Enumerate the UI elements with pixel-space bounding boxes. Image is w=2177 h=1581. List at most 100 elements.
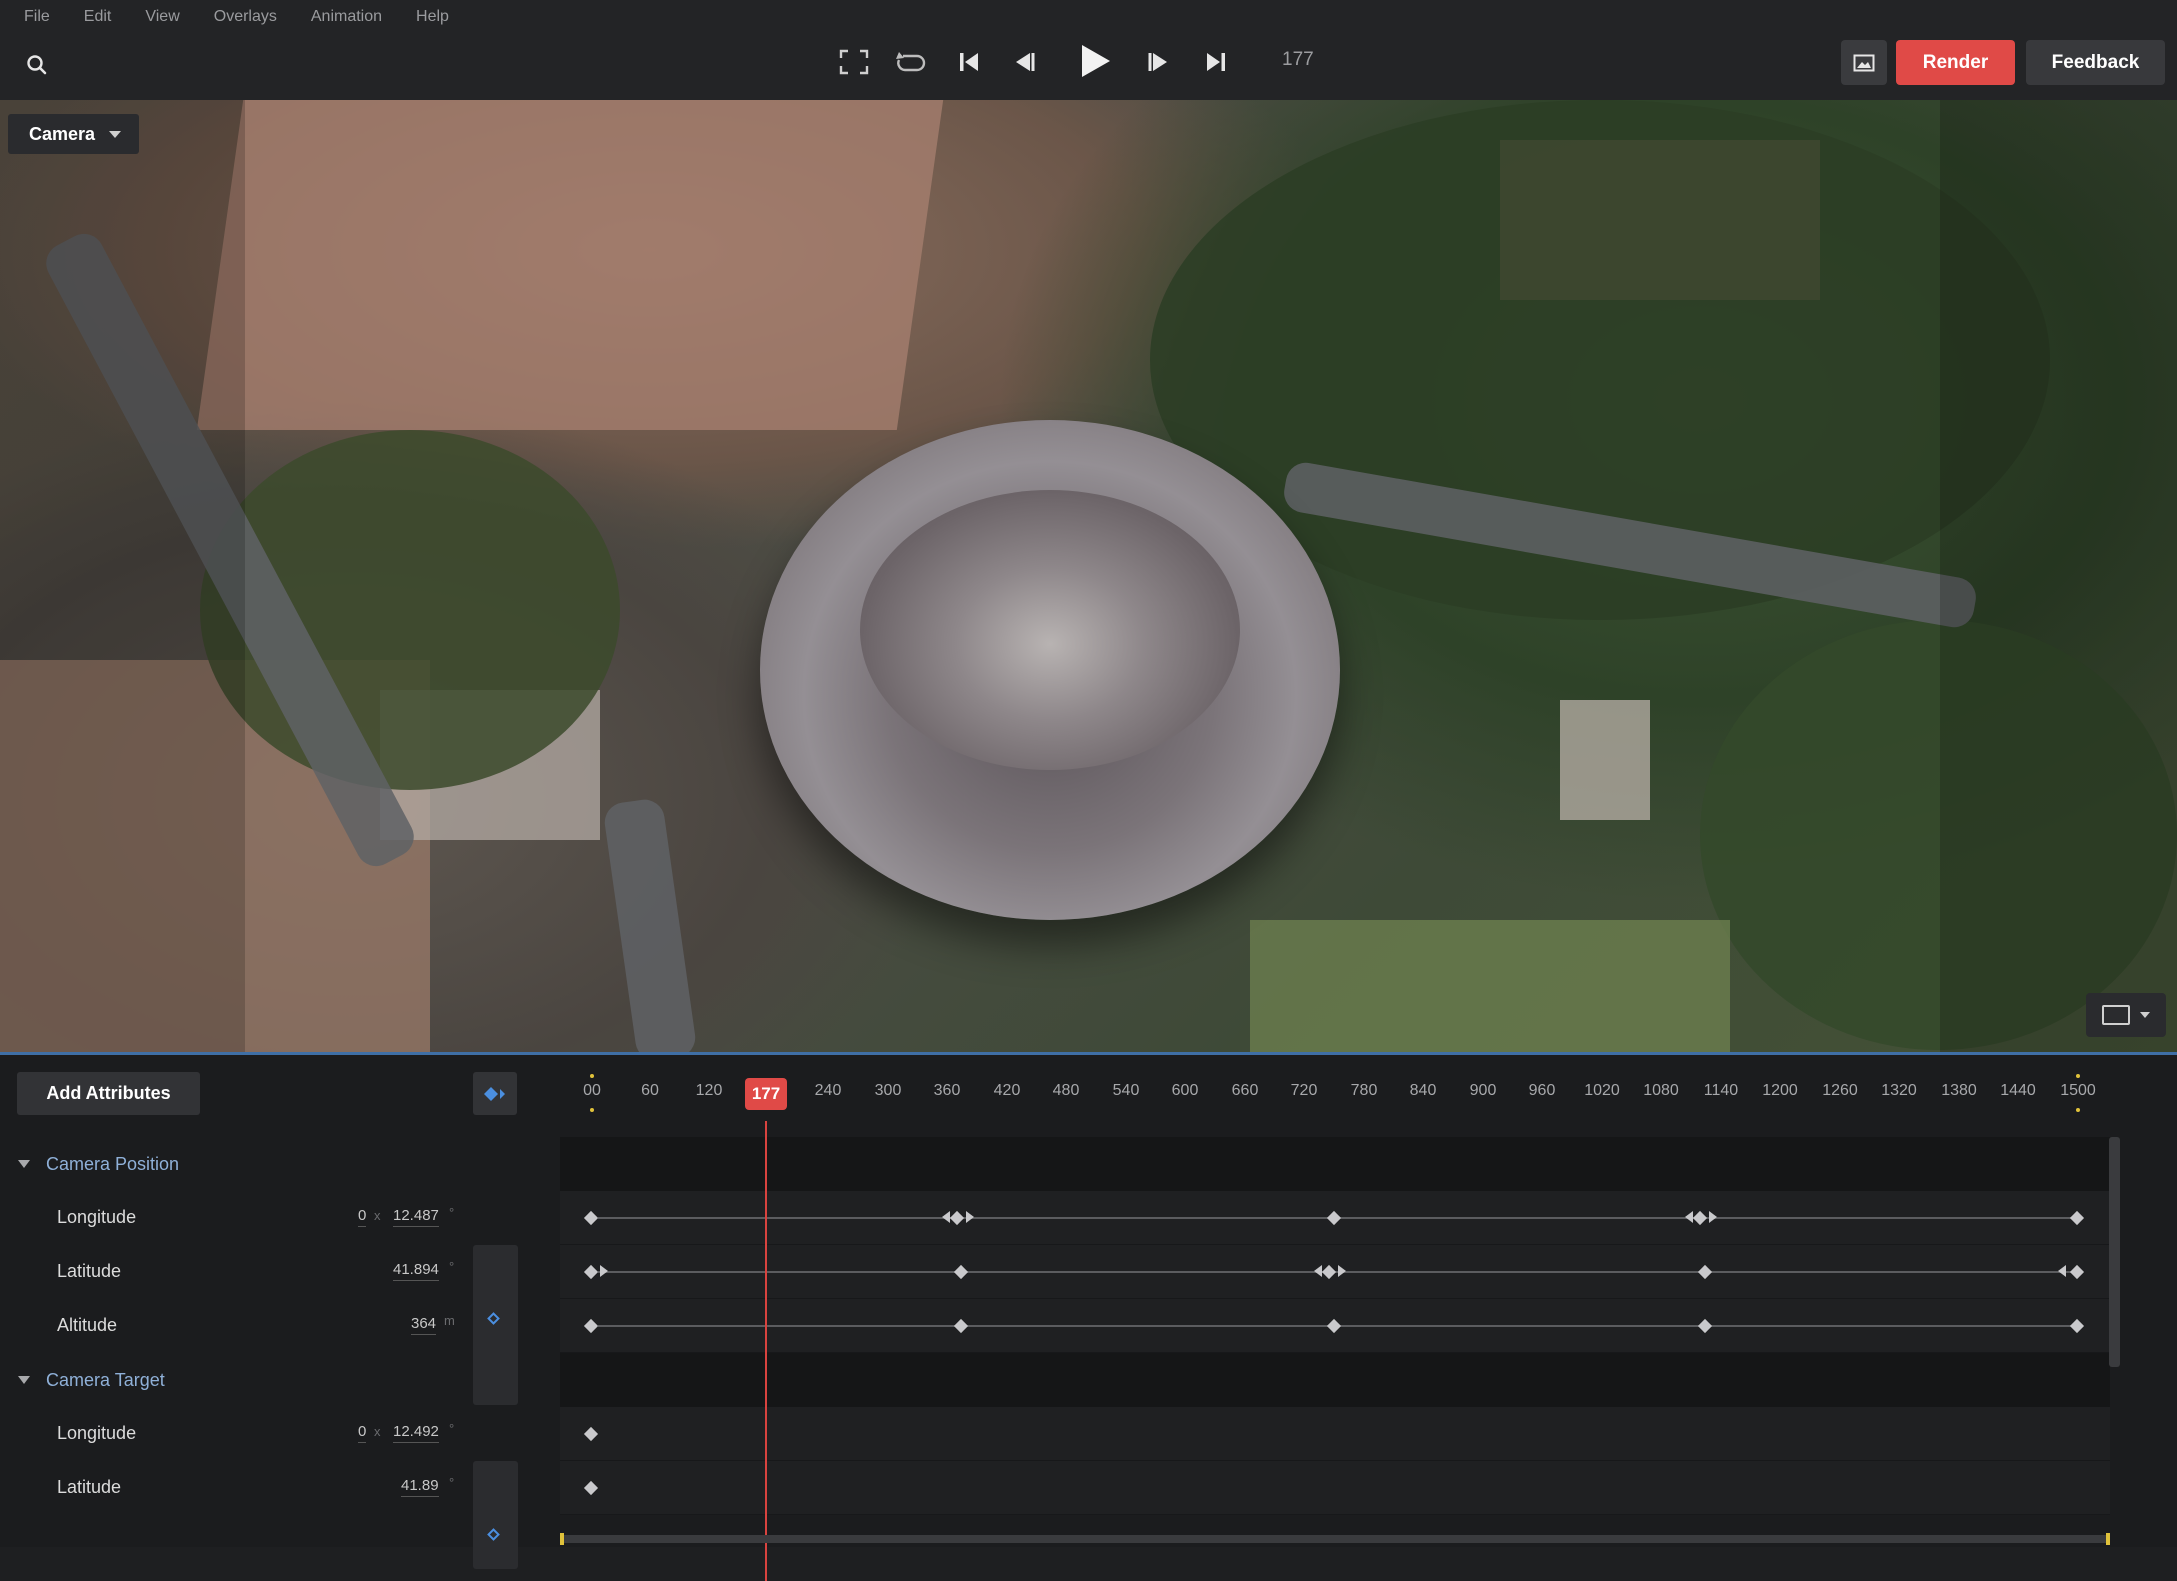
attr-offset-field[interactable]: 0 [358,1423,367,1443]
attr-offset-field[interactable]: 0 [358,1207,367,1227]
ease-in-handle[interactable] [1314,1265,1322,1277]
range-end-handle[interactable] [2106,1533,2110,1545]
add-keyframe-icon[interactable] [487,1312,500,1325]
keyframe[interactable] [1326,1318,1342,1334]
aspect-ratio-icon [2102,1005,2130,1025]
multiply-sign: x [374,1208,381,1223]
chevron-down-icon [109,130,122,138]
keyframe[interactable] [949,1210,965,1226]
skip-start-icon[interactable] [951,44,987,80]
ease-in-handle[interactable] [942,1211,950,1223]
attr-row-position-longitude: Longitude 0 x 12.487 ° [0,1191,540,1245]
timeline-panel: Add Attributes 00 60 120 240 300 360 420… [0,1055,2177,1581]
keyframe[interactable] [953,1264,969,1280]
loop-icon[interactable] [893,44,929,80]
attr-value-field[interactable]: 364 [411,1315,437,1335]
keyframe[interactable] [583,1210,599,1226]
step-forward-icon[interactable] [1141,44,1177,80]
keyframe[interactable] [1321,1264,1337,1280]
keyframe-toggle-button[interactable] [473,1072,517,1115]
keyframe[interactable] [583,1426,599,1442]
attr-row-target-longitude: Longitude 0 x 12.492 ° [0,1407,540,1461]
range-end-marker[interactable] [2076,1074,2080,1078]
current-frame-readout[interactable]: 177 [1282,49,1314,71]
3d-viewport[interactable]: Camera [0,100,2177,1052]
feedback-button[interactable]: Feedback [2026,40,2165,85]
collapse-triangle-icon[interactable] [18,1160,30,1168]
keyframe[interactable] [2069,1318,2085,1334]
top-bar: File Edit View Overlays Animation Help 1… [0,0,2177,100]
track-target-latitude[interactable] [560,1461,2110,1515]
track-target-longitude[interactable] [560,1407,2110,1461]
keyframe-nav-icon [484,1086,505,1101]
camera-dropdown[interactable]: Camera [8,114,139,154]
ease-out-handle[interactable] [1338,1265,1346,1277]
keyframe[interactable] [583,1264,599,1280]
unit-label: ° [449,1205,455,1220]
attr-value-field[interactable]: 12.492 [393,1423,439,1443]
fullscreen-icon[interactable] [836,44,872,80]
menu-view[interactable]: View [145,8,179,26]
range-start-marker[interactable] [590,1074,594,1078]
keyframe[interactable] [2069,1210,2085,1226]
menu-bar: File Edit View Overlays Animation Help [24,8,483,26]
step-back-icon[interactable] [1006,44,1042,80]
render-button[interactable]: Render [1896,40,2015,85]
keyframe[interactable] [583,1318,599,1334]
chevron-down-icon [2140,1012,2150,1018]
tick-label: 240 [814,1082,842,1099]
keyframe[interactable] [2069,1264,2085,1280]
tick-label: 1140 [1703,1082,1739,1099]
skip-end-icon[interactable] [1198,44,1234,80]
track-position-altitude[interactable] [560,1299,2110,1353]
add-attributes-button[interactable]: Add Attributes [17,1072,200,1115]
playhead-line[interactable] [765,1121,767,1581]
image-icon [1853,54,1875,71]
tick-label: 1500 [2060,1082,2096,1099]
playhead-handle[interactable]: 177 [745,1078,787,1110]
attr-value-field[interactable]: 41.894 [393,1261,439,1281]
tick-label: 1380 [1941,1082,1977,1099]
ease-out-handle[interactable] [600,1265,608,1277]
menu-animation[interactable]: Animation [311,8,382,26]
add-keyframe-icon[interactable] [487,1528,500,1541]
keyframe[interactable] [583,1480,599,1496]
menu-overlays[interactable]: Overlays [214,8,277,26]
group-camera-position[interactable]: Camera Position [0,1137,560,1191]
aspect-ratio-button[interactable] [2086,993,2166,1037]
track-position-latitude[interactable] [560,1245,2110,1299]
keyframe[interactable] [953,1318,969,1334]
keyframe[interactable] [1697,1318,1713,1334]
menu-help[interactable]: Help [416,8,449,26]
camera-dropdown-label: Camera [29,123,96,144]
ease-out-handle[interactable] [1709,1211,1717,1223]
tick-label: 1320 [1881,1082,1917,1099]
search-icon[interactable] [26,54,48,76]
keyframe[interactable] [1326,1210,1342,1226]
collapse-triangle-icon[interactable] [18,1376,30,1384]
keyframe-tracks[interactable] [560,1137,2110,1547]
play-icon[interactable] [1074,40,1116,82]
attr-value-field[interactable]: 41.89 [401,1477,439,1497]
keyframe[interactable] [1697,1264,1713,1280]
range-start-handle[interactable] [560,1533,564,1545]
keyframe[interactable] [1692,1210,1708,1226]
ease-out-handle[interactable] [966,1211,974,1223]
tick-label: 840 [1409,1082,1437,1099]
group-camera-target[interactable]: Camera Target [0,1353,560,1407]
unit-label: ° [449,1259,455,1274]
tick-label: 300 [874,1082,902,1099]
group-name: Camera Position [46,1153,180,1174]
vertical-scrollbar[interactable] [2109,1137,2120,1367]
horizontal-scrollbar[interactable] [560,1533,2110,1545]
timeline-ruler[interactable]: 00 60 120 240 300 360 420 480 540 600 66… [560,1073,2120,1113]
attr-row-position-altitude: Altitude 364 m [0,1299,540,1353]
range-end-marker [2076,1108,2080,1112]
track-position-longitude[interactable] [560,1191,2110,1245]
snapshot-button[interactable] [1841,40,1887,85]
ease-in-handle[interactable] [2058,1265,2066,1277]
menu-edit[interactable]: Edit [84,8,112,26]
ease-in-handle[interactable] [1685,1211,1693,1223]
attr-value-field[interactable]: 12.487 [393,1207,439,1227]
menu-file[interactable]: File [24,8,50,26]
